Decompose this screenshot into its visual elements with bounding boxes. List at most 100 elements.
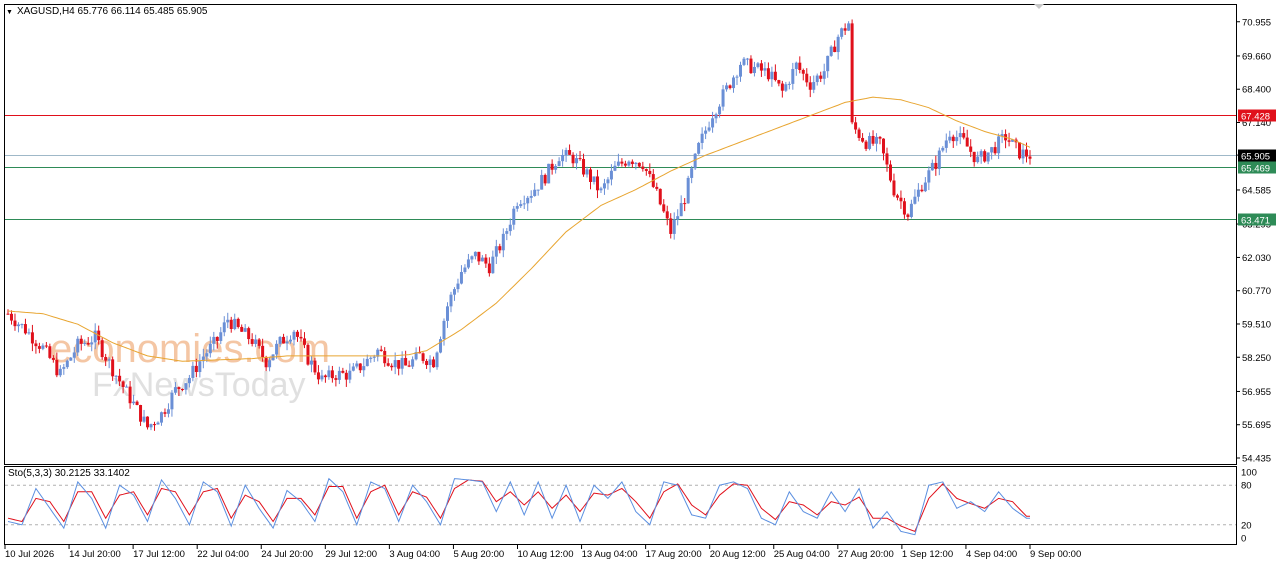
candle-bearish[interactable] [1025, 149, 1029, 157]
candle-bullish[interactable] [752, 66, 756, 74]
candle-bullish[interactable] [718, 106, 722, 115]
candle-bullish[interactable] [365, 358, 369, 367]
candle-bullish[interactable] [634, 162, 638, 165]
candle-bullish[interactable] [679, 203, 683, 217]
candle-bearish[interactable] [9, 313, 13, 321]
candle-bullish[interactable] [738, 64, 742, 77]
candle-bearish[interactable] [658, 188, 662, 205]
candle-bearish[interactable] [801, 70, 805, 74]
candle-bullish[interactable] [812, 82, 816, 90]
candle-bullish[interactable] [411, 359, 415, 367]
candle-bearish[interactable] [341, 370, 345, 373]
candle-bullish[interactable] [711, 118, 715, 128]
candle-bearish[interactable] [334, 378, 338, 380]
candle-bullish[interactable] [735, 76, 739, 78]
candle-bullish[interactable] [686, 177, 690, 204]
candle-bullish[interactable] [219, 332, 223, 341]
candle-bullish[interactable] [508, 224, 512, 232]
candle-bearish[interactable] [1028, 156, 1032, 159]
candle-bearish[interactable] [871, 136, 875, 144]
candle-bearish[interactable] [644, 169, 648, 171]
candle-bearish[interactable] [316, 372, 320, 380]
candle-bearish[interactable] [550, 163, 554, 170]
candle-bearish[interactable] [121, 381, 125, 388]
candle-bullish[interactable] [278, 336, 282, 344]
candle-bullish[interactable] [327, 370, 331, 378]
candle-bullish[interactable] [554, 166, 558, 170]
candle-bearish[interactable] [864, 141, 868, 149]
candle-bearish[interactable] [390, 365, 394, 368]
candle-bearish[interactable] [135, 401, 139, 406]
candle-bullish[interactable] [745, 58, 749, 60]
candle-bullish[interactable] [815, 75, 819, 83]
candle-bearish[interactable] [13, 320, 17, 327]
candle-bullish[interactable] [470, 256, 474, 260]
candle-bullish[interactable] [320, 375, 324, 380]
candle-bearish[interactable] [118, 375, 122, 382]
price-chart[interactable]: economies.com FxNewsToday 70.95569.66068… [0, 0, 1280, 567]
candle-bearish[interactable] [1007, 140, 1011, 142]
candle-bullish[interactable] [948, 136, 952, 141]
candle-bearish[interactable] [620, 161, 624, 164]
candle-bullish[interactable] [522, 203, 526, 205]
candle-bullish[interactable] [114, 375, 118, 377]
candle-bullish[interactable] [445, 306, 449, 321]
candle-bullish[interactable] [927, 170, 931, 183]
candle-bearish[interactable] [484, 257, 488, 264]
candle-bearish[interactable] [23, 324, 27, 334]
candle-bearish[interactable] [665, 211, 669, 219]
candle-bearish[interactable] [983, 151, 987, 162]
candle-bearish[interactable] [648, 170, 652, 175]
candle-bullish[interactable] [990, 147, 994, 153]
candle-bearish[interactable] [229, 319, 233, 329]
candle-bearish[interactable] [404, 357, 408, 366]
candle-bearish[interactable] [477, 251, 481, 262]
candle-bullish[interactable] [435, 352, 439, 368]
candle-bearish[interactable] [55, 359, 59, 376]
candle-bullish[interactable] [606, 179, 610, 184]
candle-bullish[interactable] [76, 338, 80, 353]
candle-bullish[interactable] [721, 89, 725, 107]
candle-bullish[interactable] [173, 387, 177, 393]
candle-bearish[interactable] [215, 336, 219, 341]
candle-bearish[interactable] [432, 359, 436, 368]
candle-bullish[interactable] [351, 366, 355, 371]
candle-bullish[interactable] [875, 136, 879, 144]
candle-bullish[interactable] [393, 360, 397, 368]
candle-bullish[interactable] [616, 161, 620, 166]
candle-bearish[interactable] [296, 331, 300, 337]
candle-bearish[interactable] [264, 357, 268, 368]
candle-bearish[interactable] [637, 162, 641, 167]
candle-bullish[interactable] [289, 339, 293, 342]
candle-bullish[interactable] [742, 58, 746, 65]
candle-bearish[interactable] [662, 204, 666, 212]
candle-bullish[interactable] [243, 328, 247, 332]
candle-bearish[interactable] [902, 201, 906, 215]
candle-bearish[interactable] [819, 75, 823, 79]
candle-bearish[interactable] [683, 203, 687, 205]
candle-bullish[interactable] [428, 359, 432, 366]
candle-bullish[interactable] [627, 161, 631, 166]
candle-bearish[interactable] [808, 82, 812, 90]
candle-bearish[interactable] [888, 164, 892, 181]
candle-bearish[interactable] [589, 169, 593, 182]
candle-bullish[interactable] [868, 136, 872, 149]
candle-bullish[interactable] [208, 343, 212, 354]
candle-bearish[interactable] [895, 195, 899, 198]
candle-bullish[interactable] [955, 137, 959, 142]
candle-bearish[interactable] [543, 174, 547, 184]
candle-bearish[interactable] [152, 424, 156, 426]
candle-bullish[interactable] [533, 189, 537, 196]
candle-bullish[interactable] [212, 336, 216, 344]
candle-bullish[interactable] [452, 289, 456, 295]
candle-bullish[interactable] [132, 401, 136, 404]
candle-bullish[interactable] [784, 84, 788, 91]
candle-bearish[interactable] [777, 80, 781, 84]
candle-bearish[interactable] [379, 349, 383, 351]
candle-bearish[interactable] [163, 412, 167, 414]
candle-bearish[interactable] [568, 150, 572, 155]
candle-bullish[interactable] [107, 359, 111, 361]
candle-bearish[interactable] [595, 176, 599, 191]
candle-bullish[interactable] [170, 392, 174, 410]
candle-bullish[interactable] [756, 63, 760, 67]
